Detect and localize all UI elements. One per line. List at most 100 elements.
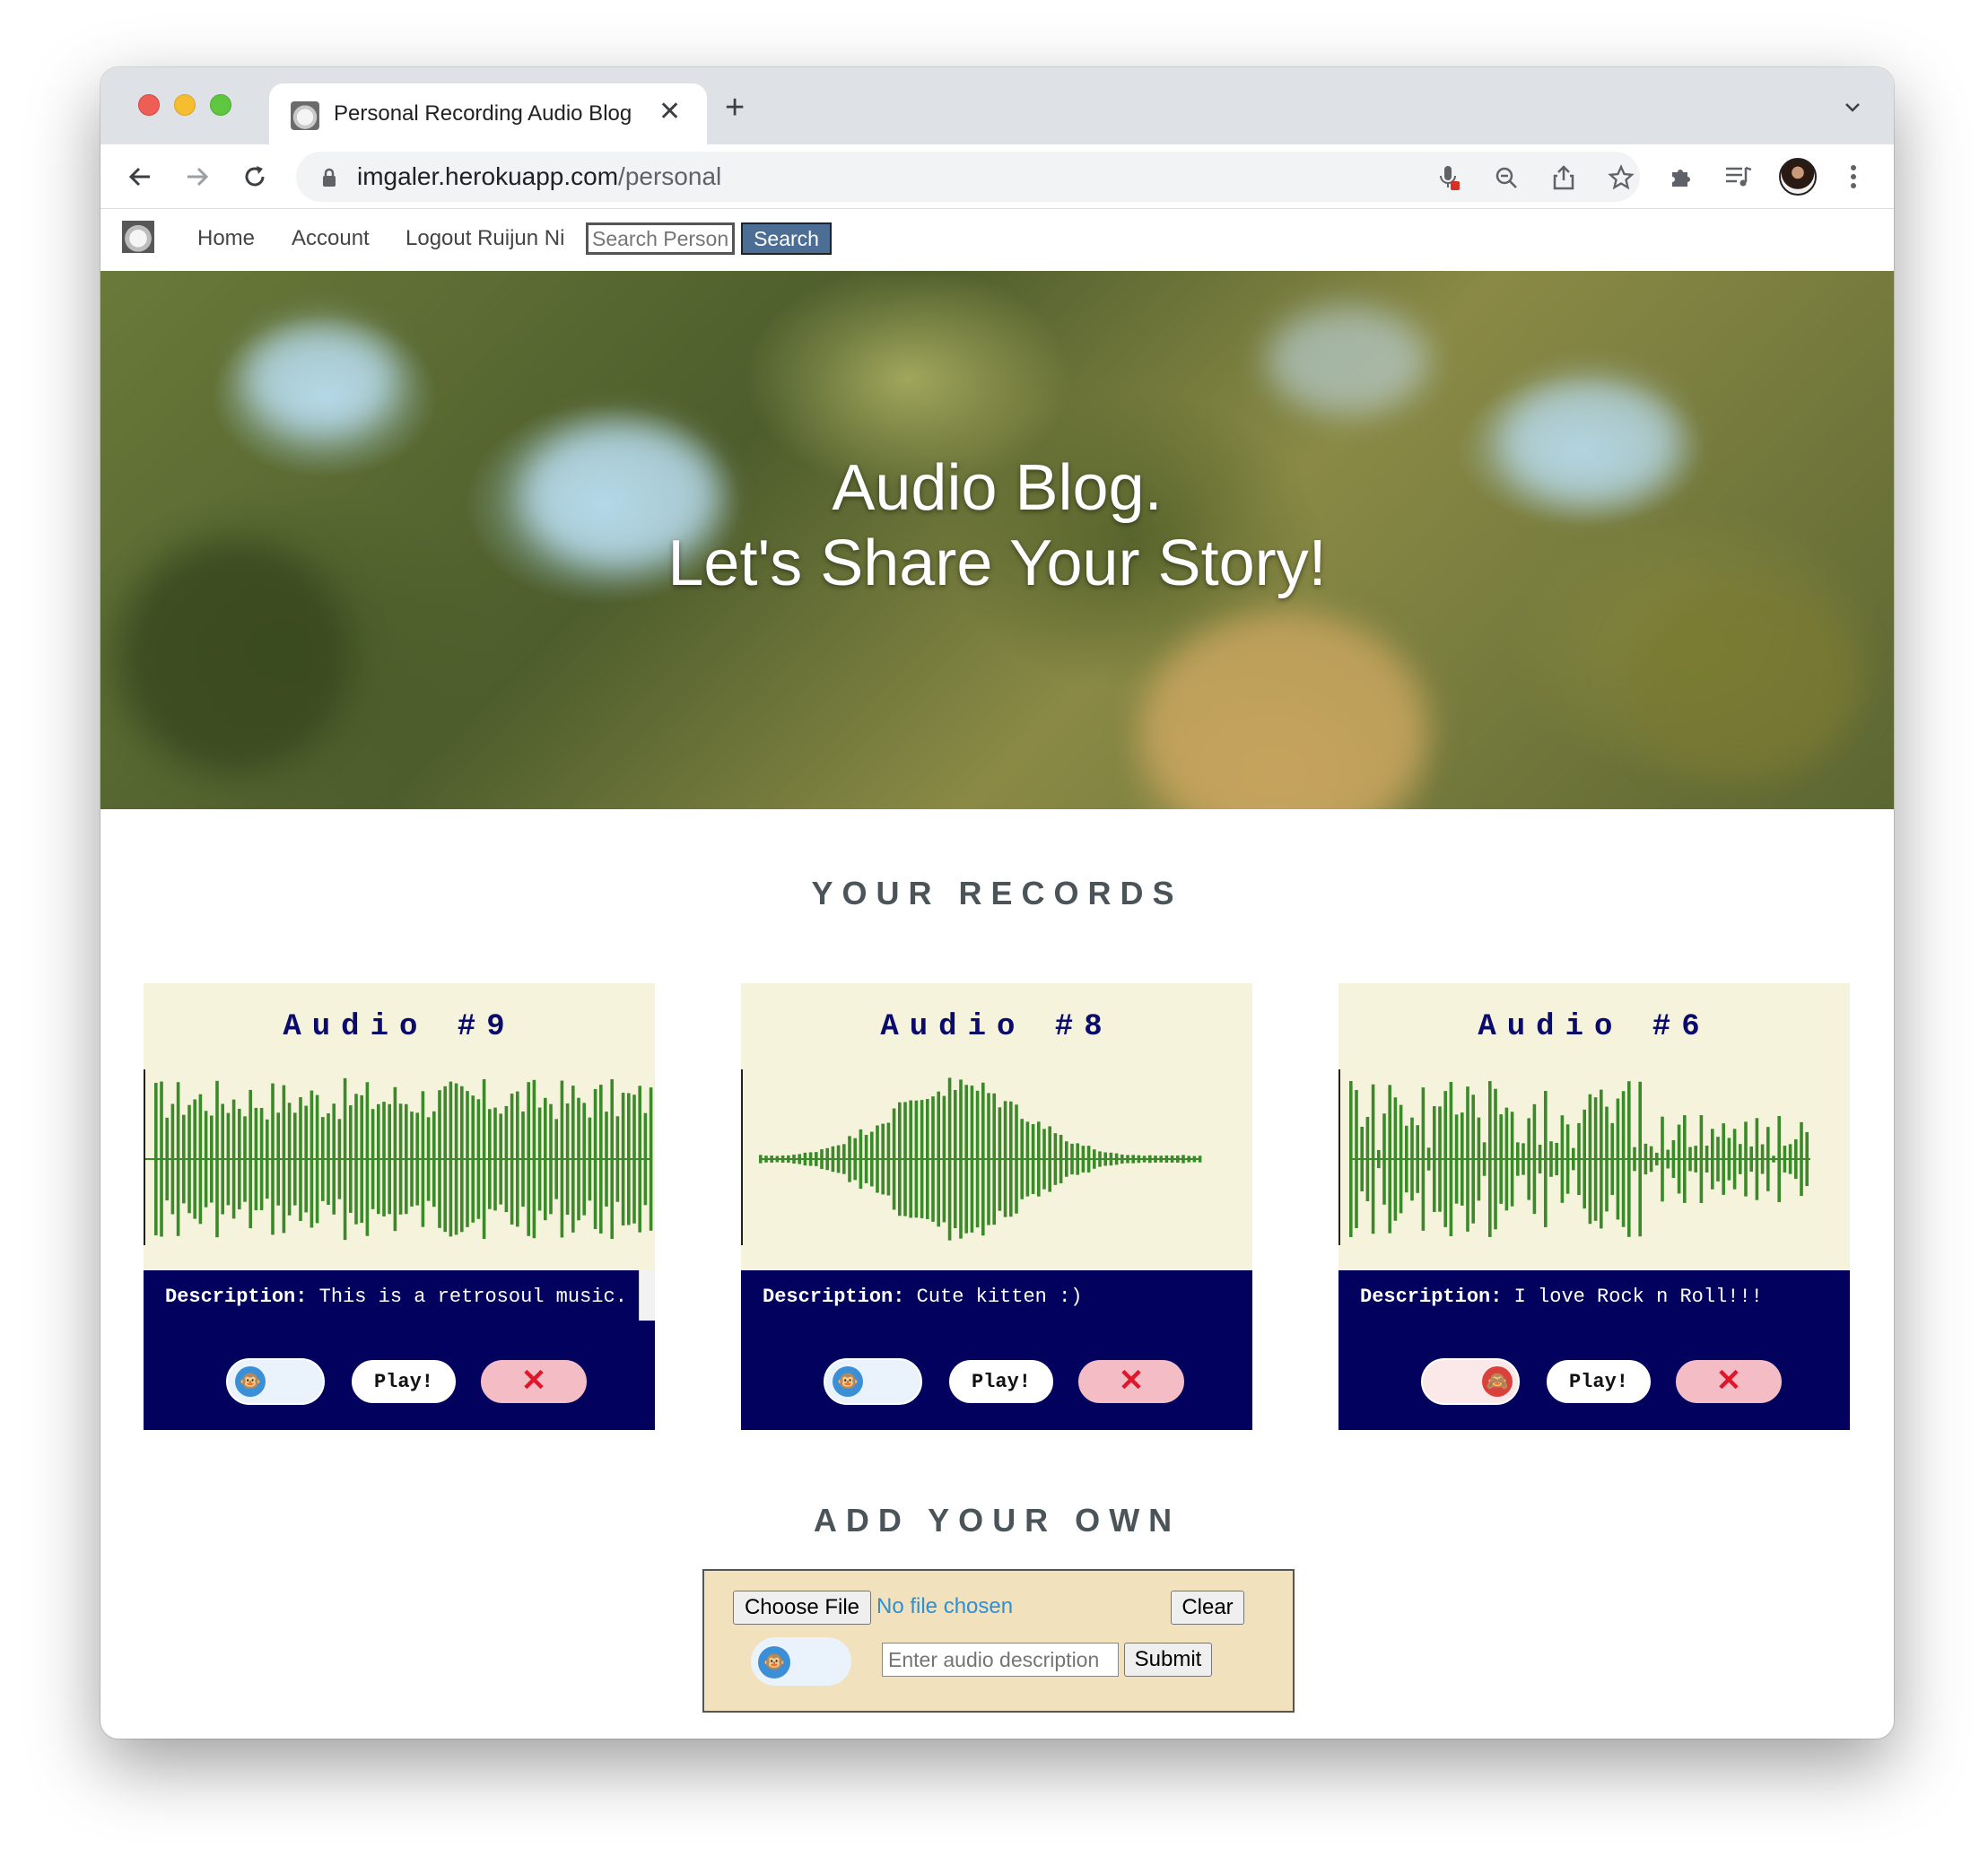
waveform-bar [577, 1097, 580, 1221]
tab-bar: Personal Recording Audio Blog ✕ + [100, 67, 1894, 144]
nav-account-link[interactable]: Account [292, 226, 370, 251]
site-logo[interactable] [122, 221, 154, 253]
waveform-bar [398, 1103, 403, 1215]
waveform-bar [1577, 1122, 1581, 1196]
record-card: Audio #9 Description: This is a retrosou… [144, 983, 655, 1430]
tab-close-icon[interactable]: ✕ [658, 96, 681, 128]
waveform-bar [1120, 1154, 1124, 1164]
waveform-bar [1532, 1103, 1537, 1215]
waveform-bar [560, 1080, 564, 1238]
submit-button[interactable]: Submit [1124, 1643, 1212, 1677]
waveform-bar [1399, 1104, 1403, 1214]
waveform-bar [565, 1103, 570, 1216]
browser-window: Personal Recording Audio Blog ✕ + imgale… [100, 67, 1894, 1739]
waveform-bar [1694, 1146, 1697, 1173]
waveform-bar [1794, 1138, 1798, 1180]
waveform-bar [1499, 1114, 1503, 1204]
waveform-bar [1699, 1115, 1704, 1203]
waveform-bar [1416, 1125, 1419, 1193]
waveform-bar [981, 1082, 985, 1236]
search-person-input[interactable] [586, 222, 735, 255]
description-scrollbar[interactable] [639, 1270, 655, 1321]
audio-description-input[interactable] [882, 1643, 1119, 1677]
play-button[interactable]: Play! [1545, 1358, 1652, 1405]
waveform-bar [243, 1116, 247, 1202]
waveform-bar [1555, 1142, 1558, 1176]
waveform-bar [1516, 1142, 1520, 1176]
waveform-bar [970, 1086, 974, 1233]
media-icon[interactable] [1721, 159, 1757, 195]
waveform-bar [1527, 1118, 1530, 1200]
waveform-bar [1688, 1147, 1692, 1172]
waveform-bar [1616, 1098, 1620, 1220]
waveform-bar [1114, 1153, 1119, 1165]
waveform-bar [1181, 1155, 1185, 1164]
back-icon[interactable] [122, 159, 158, 195]
nav-home-link[interactable]: Home [197, 226, 255, 251]
visibility-toggle[interactable]: 🐵 [226, 1358, 325, 1405]
waveform-bar [343, 1077, 347, 1241]
waveform-bar [942, 1095, 946, 1223]
waveform-bar [1131, 1155, 1135, 1164]
waveform-bar [299, 1096, 302, 1222]
waveform-bar [198, 1094, 203, 1225]
waveform-bar [1766, 1127, 1770, 1191]
waveform-bar [1565, 1124, 1570, 1194]
visibility-toggle[interactable]: 🐵 [824, 1358, 922, 1405]
maximize-window-button[interactable] [210, 94, 231, 116]
menu-icon[interactable] [1835, 159, 1871, 195]
waveform-bar [488, 1109, 492, 1209]
waveform-bar [432, 1111, 436, 1208]
delete-button[interactable]: ✕ [1674, 1358, 1783, 1405]
lock-icon [323, 168, 336, 187]
close-window-button[interactable] [138, 94, 160, 116]
waveform-bar [1572, 1147, 1575, 1171]
waveform-bar [165, 1117, 169, 1201]
waveform-bar [1020, 1119, 1024, 1199]
waveform-bar [415, 1112, 419, 1206]
star-icon[interactable] [1606, 162, 1636, 193]
waveform-bar [1093, 1149, 1096, 1169]
waveform-bar [582, 1103, 586, 1216]
nav-logout-link[interactable]: Logout Ruijun Ni [405, 226, 564, 251]
waveform-bar [1433, 1106, 1436, 1212]
choose-file-button[interactable]: Choose File [733, 1591, 871, 1625]
active-tab[interactable]: Personal Recording Audio Blog ✕ [269, 83, 707, 144]
waveform-bar [1638, 1081, 1642, 1237]
waveform-bar [1471, 1094, 1475, 1224]
record-card: Audio #8 Description: Cute kitten :) 🐵 P… [741, 983, 1252, 1430]
new-tab-button[interactable]: + [725, 91, 745, 125]
waveform-bar [1510, 1112, 1514, 1207]
delete-button[interactable]: ✕ [1077, 1358, 1186, 1405]
waveform-bar [798, 1154, 801, 1164]
monkey-icon: 🐵 [833, 1366, 863, 1397]
extensions-icon[interactable] [1663, 159, 1699, 195]
waveform-bar [438, 1090, 441, 1228]
visibility-toggle[interactable]: 🐵 [751, 1637, 851, 1686]
waveform-bar [1621, 1091, 1626, 1227]
waveform-bar [1488, 1081, 1492, 1237]
delete-button[interactable]: ✕ [479, 1358, 589, 1405]
mic-blocked-icon[interactable] [1434, 162, 1464, 193]
waveform-bar [954, 1089, 957, 1229]
record-description: Description: This is a retrosoul music. [165, 1286, 627, 1308]
forward-icon[interactable] [179, 159, 215, 195]
zoom-icon[interactable] [1491, 162, 1522, 193]
clear-button[interactable]: Clear [1171, 1591, 1244, 1625]
search-button[interactable]: Search [741, 222, 832, 255]
play-button[interactable]: Play! [350, 1358, 458, 1405]
waveform-bar [1154, 1155, 1157, 1163]
waveform-bar [870, 1131, 874, 1187]
waveform-bar [987, 1093, 990, 1225]
waveform-bar [1031, 1124, 1035, 1194]
reload-icon[interactable] [237, 159, 273, 195]
tab-search-icon[interactable] [1844, 98, 1862, 116]
record-card: Audio #6 Description: I love Rock n Roll… [1338, 983, 1850, 1430]
visibility-toggle[interactable]: 🙈 [1421, 1358, 1520, 1405]
waveform-bar [1593, 1097, 1598, 1221]
profile-avatar[interactable] [1779, 158, 1817, 196]
address-bar[interactable]: imgaler.herokuapp.com/personal [296, 152, 1640, 202]
minimize-window-button[interactable] [174, 94, 196, 116]
play-button[interactable]: Play! [947, 1358, 1055, 1405]
share-icon[interactable] [1548, 162, 1579, 193]
